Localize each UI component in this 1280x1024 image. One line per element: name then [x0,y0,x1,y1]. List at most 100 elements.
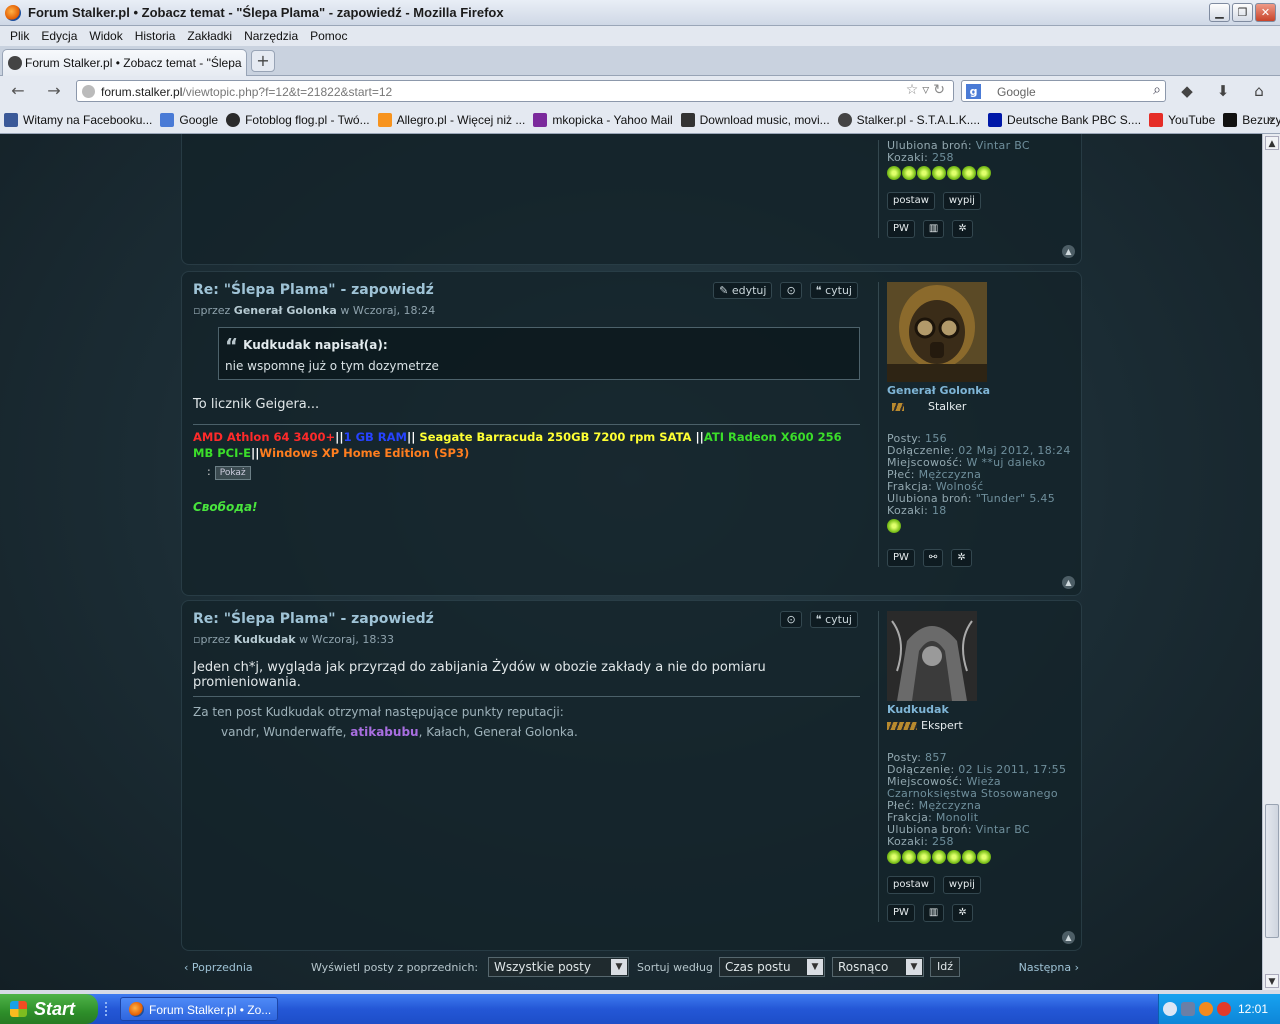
close-button[interactable]: ✕ [1255,3,1276,22]
profile-name[interactable]: Kudkudak [887,703,1078,716]
back-button[interactable]: ← [6,81,30,101]
search-bar[interactable]: g Google ⌕ [961,80,1166,102]
chevron-down-icon: ▼ [611,959,627,975]
mail-icon [533,112,548,127]
tab-forum[interactable]: Forum Stalker.pl • Zobacz temat - "Ślepa… [2,49,247,76]
post-author-link[interactable]: Kudkudak [234,633,296,646]
go-button[interactable]: Idź [930,957,960,977]
next-page-link[interactable]: Następna › [1019,961,1079,974]
bookmark-google[interactable]: Google [160,112,218,127]
scroll-down-icon[interactable]: ▼ [1265,974,1279,988]
pm-button[interactable]: PW [887,549,915,567]
radiation-icon [917,166,931,180]
radiation-icon [932,166,946,180]
home-icon[interactable]: ⌂ [1248,81,1270,101]
quote-text: nie wspomnę już o tym dozymetrze [225,359,439,373]
menu-pomoc[interactable]: Pomoc [304,29,353,43]
navigation-bar: ← → forum.stalker.pl/viewtopic.php?f=12&… [0,76,1280,106]
window-title: Forum Stalker.pl • Zobacz temat - "Ślepa… [28,5,504,20]
new-tab-button[interactable]: + [251,50,275,72]
bookmark-yahoo-mail[interactable]: mkopicka - Yahoo Mail [533,112,673,127]
clock: 12:01 [1237,1002,1268,1016]
back-to-top-icon[interactable]: ▲ [1062,576,1075,589]
bookmark-youtube[interactable]: YouTube [1149,112,1215,127]
radiation-icon [962,850,976,864]
scroll-thumb[interactable] [1265,804,1279,938]
radiation-icon [887,166,901,180]
start-button[interactable]: Start [0,994,98,1024]
link-icon[interactable]: ⚯ [922,549,944,567]
radiation-icon [932,850,946,864]
menu-historia[interactable]: Historia [129,29,182,43]
back-to-top-icon[interactable]: ▲ [1062,245,1075,258]
signature: AMD Athlon 64 3400+||1 GB RAM|| Seagate … [193,424,860,514]
profile-name[interactable]: Generał Golonka [887,384,1078,397]
bookmarks-overflow-button[interactable]: » [1267,112,1274,126]
menu-zakladki[interactable]: Zakładki [181,29,238,43]
bookmark-facebook[interactable]: Witamy na Facebooku... [4,112,152,127]
sort-order-select[interactable]: Rosnąco ▼ [832,957,924,977]
vertical-scrollbar[interactable]: ▲ ▼ [1262,134,1280,990]
back-to-top-icon[interactable]: ▲ [1062,931,1075,944]
bookmark-deutsche-bank[interactable]: Deutsche Bank PBC S.... [988,112,1141,127]
gear-icon[interactable]: ✲ [952,220,973,238]
menu-widok[interactable]: Widok [83,29,128,43]
pm-button[interactable]: PW [887,220,915,238]
bookmark-allegro[interactable]: Allegro.pl - Więcej niż ... [377,112,525,127]
trash-icon[interactable]: ▥ [922,904,945,922]
post-title[interactable]: Re: "Ślepa Plama" - zapowiedź [193,611,863,627]
spoiler-show-button[interactable]: Pokaż [214,466,251,480]
downloads-icon[interactable]: ⬇ [1212,81,1234,101]
quote-author: Kudkudak napisał(a): [225,334,853,358]
menu-edycja[interactable]: Edycja [35,29,83,43]
radiation-icon [887,519,901,533]
show-posts-label: Wyświetl posty z poprzednich: [311,961,479,974]
bookmark-star-icon[interactable]: ☆▿↻ [906,82,949,98]
google-engine-icon[interactable]: g [966,84,981,99]
tray-app-icon[interactable] [1199,1002,1213,1016]
menu-plik[interactable]: Plik [4,29,35,43]
maximize-button[interactable]: ❐ [1232,3,1253,22]
pm-button[interactable]: PW [887,904,915,922]
rank-badge: Stalker [892,400,1078,413]
network-icon[interactable] [1181,1002,1195,1016]
menu-narzedzia[interactable]: Narzędzia [238,29,304,43]
post-profile-previous: Ulubiona broń: Vintar BC Kozaki: 258 pos… [878,140,1078,238]
bookmark-fotoblog[interactable]: Fotoblog flog.pl - Twó... [226,112,370,127]
postaw-button[interactable]: postaw [887,876,935,894]
trash-icon[interactable]: ▥ [922,220,945,238]
gear-icon[interactable]: ✲ [951,549,972,567]
kozaki-icons [887,166,1078,180]
scroll-up-icon[interactable]: ▲ [1265,136,1279,150]
signature-slogan: Свобода! [193,500,258,514]
bookmark-download[interactable]: Download music, movi... [680,112,830,127]
bookmark-stalker[interactable]: Stalker.pl - S.T.A.L.K.... [837,112,980,127]
post-panel-kudkudak: ⊙ ❝ cytuj Re: "Ślepa Plama" - zapowiedź … [181,600,1082,951]
previous-profile-info: Ulubiona broń: Vintar BC Kozaki: 258 [887,139,1030,164]
sort-by-select[interactable]: Czas postu ▼ [719,957,825,977]
show-posts-select[interactable]: Wszystkie posty ▼ [488,957,629,977]
previous-page-link[interactable]: ‹ Poprzednia [184,961,253,974]
taskbar-item-firefox[interactable]: Forum Stalker.pl • Zo... [120,997,278,1021]
post-body: To licznik Geigera... [193,397,320,412]
addon-icon[interactable]: ◆ [1176,81,1198,101]
wypij-button[interactable]: wypij [942,876,981,894]
system-tray: 12:01 [1158,994,1280,1024]
post-title[interactable]: Re: "Ślepa Plama" - zapowiedź [193,282,863,298]
window-titlebar: Forum Stalker.pl • Zobacz temat - "Ślepa… [0,0,1280,26]
wypij-button[interactable]: wypij [942,192,981,210]
tray-security-icon[interactable] [1217,1002,1231,1016]
search-icon[interactable]: ⌕ [1153,82,1161,98]
minimize-button[interactable]: ▁ [1209,3,1230,22]
avatar[interactable] [887,282,987,382]
post-author-link[interactable]: Generał Golonka [234,304,337,317]
post-content: Re: "Ślepa Plama" - zapowiedź ▫przez Gen… [193,282,863,514]
forward-button[interactable]: → [42,81,66,101]
gear-icon[interactable]: ✲ [952,904,973,922]
postaw-button[interactable]: postaw [887,192,935,210]
avatar[interactable] [887,611,977,701]
post-panel-golonka: ✎ edytuj ⊙ ❝ cytuj Re: "Ślepa Plama" - z… [181,271,1082,596]
post-meta: ▫przez Kudkudak w Wczoraj, 18:33 [193,633,395,646]
tray-expand-icon[interactable] [1163,1002,1177,1016]
url-bar[interactable]: forum.stalker.pl/viewtopic.php?f=12&t=21… [76,80,954,102]
